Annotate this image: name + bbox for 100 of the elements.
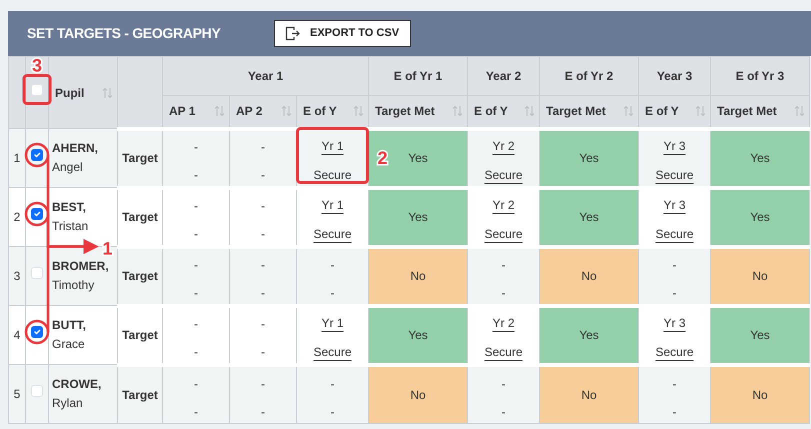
target-met-cell: No — [710, 246, 810, 306]
target-met-cell: No — [540, 246, 638, 306]
sort-icon[interactable] — [281, 105, 292, 118]
grade-link[interactable]: Yr 3 — [663, 315, 686, 332]
target-met-cell: Yes — [540, 188, 638, 246]
cell-value: - — [502, 285, 506, 302]
cell-value: - — [194, 139, 198, 156]
annotation-circle — [24, 202, 50, 226]
grade-link[interactable]: Yr 3 — [663, 197, 686, 214]
sort-icon[interactable] — [353, 105, 364, 118]
target-met-cell: No — [368, 246, 468, 306]
sort-icon[interactable] — [214, 105, 225, 118]
select-all-checkbox[interactable] — [31, 84, 43, 96]
column-group-header: E of Yr 2 — [540, 56, 638, 96]
row-number: 2 — [8, 188, 26, 246]
grade-link[interactable]: Secure — [484, 344, 523, 361]
target-met-cell: Yes — [710, 306, 810, 364]
cell-value: - — [672, 376, 676, 393]
grade-link[interactable]: Secure — [655, 344, 694, 361]
grade-link[interactable]: Yr 2 — [492, 138, 514, 155]
cell-value: - — [330, 285, 334, 302]
cell-value: - — [502, 257, 506, 274]
export-button[interactable]: EXPORT TO CSV — [274, 20, 411, 47]
grade-link[interactable]: Yr 1 — [321, 138, 344, 155]
grade-link[interactable]: Yr 1 — [321, 315, 344, 332]
annotation-box — [22, 74, 52, 105]
grade-link[interactable]: Secure — [655, 226, 694, 243]
target-met-cell: Yes — [710, 128, 810, 188]
cell-value: - — [261, 404, 265, 421]
target-met-cell: No — [540, 364, 638, 424]
target-met-cell: Yes — [368, 306, 468, 364]
cell-value: - — [194, 316, 198, 333]
target-met-cell: No — [368, 364, 468, 424]
annotation-number: 1 — [102, 238, 112, 258]
grade-link[interactable]: Yr 1 — [321, 197, 344, 214]
cell-value: - — [194, 167, 198, 184]
column-group-header: Year 2 — [468, 56, 540, 96]
column-header: Target Met — [546, 103, 606, 120]
row-number: 4 — [8, 306, 26, 364]
grade-link[interactable]: Secure — [313, 167, 352, 184]
sort-icon[interactable] — [102, 86, 113, 98]
row-checkbox[interactable] — [31, 326, 43, 338]
cell-value: - — [261, 226, 265, 243]
grade-link[interactable]: Secure — [655, 167, 694, 184]
column-header: Pupil — [55, 84, 84, 102]
column-header: E of Y — [303, 103, 337, 120]
target-met-cell: Yes — [540, 128, 638, 188]
pupil-forename: Rylan — [52, 395, 84, 412]
cell-value: - — [194, 257, 198, 274]
sort-icon[interactable] — [695, 105, 706, 118]
column-header: Target Met — [375, 103, 435, 120]
sort-icon[interactable] — [524, 105, 535, 118]
target-met-cell: Yes — [540, 306, 638, 364]
cell-value: - — [261, 285, 265, 302]
column-group-header: E of Yr 1 — [368, 56, 468, 96]
column-header: AP 1 — [169, 103, 196, 120]
row-number: 1 — [8, 128, 26, 188]
column-header: AP 2 — [236, 103, 262, 120]
cell-value: - — [502, 404, 506, 421]
grade-link[interactable]: Secure — [484, 167, 523, 184]
row-checkbox[interactable] — [31, 208, 43, 220]
grade-link[interactable]: Secure — [313, 226, 352, 243]
panel-title: SET TARGETS - GEOGRAPHY — [27, 24, 221, 43]
sort-icon[interactable] — [623, 105, 634, 118]
column-group-header: E of Yr 3 — [710, 56, 810, 96]
cell-value: - — [502, 376, 506, 393]
grade-link[interactable]: Yr 3 — [663, 138, 686, 155]
cell-value: - — [330, 404, 334, 421]
sort-icon[interactable] — [452, 105, 463, 118]
row-number: 5 — [8, 364, 26, 424]
cell-value: - — [672, 257, 676, 274]
column-header: Target Met — [717, 103, 777, 120]
target-met-cell: No — [710, 364, 810, 424]
pupil-forename: Angel — [52, 159, 84, 176]
column-group-header: Year 3 — [638, 56, 710, 96]
cell-value: - — [261, 139, 265, 156]
row-checkbox[interactable] — [31, 149, 43, 161]
target-met-cell: Yes — [710, 188, 810, 246]
cell-value: - — [194, 344, 198, 361]
cell-value: - — [672, 404, 676, 421]
cell-value: - — [194, 404, 198, 421]
annotation-circle — [24, 142, 50, 168]
cell-value: - — [194, 285, 198, 302]
grade-link[interactable]: Yr 2 — [492, 197, 514, 214]
cell-value: - — [261, 257, 265, 274]
cell-value: - — [194, 376, 198, 393]
annotation-circle — [24, 320, 50, 344]
grade-link[interactable]: Secure — [484, 226, 523, 243]
row-label: Target — [118, 128, 162, 188]
sort-icon[interactable] — [794, 105, 805, 118]
cell-value: - — [194, 226, 198, 243]
grade-link[interactable]: Secure — [313, 344, 352, 361]
cell-value: - — [261, 344, 265, 361]
pupil-forename: Grace — [52, 336, 86, 353]
annotation-number: 2 — [378, 148, 388, 168]
file-export-icon — [285, 26, 300, 41]
grade-link[interactable]: Yr 2 — [492, 315, 514, 332]
target-met-cell: Yes — [368, 188, 468, 246]
cell-value: - — [261, 316, 265, 333]
cell-value: - — [330, 376, 334, 393]
